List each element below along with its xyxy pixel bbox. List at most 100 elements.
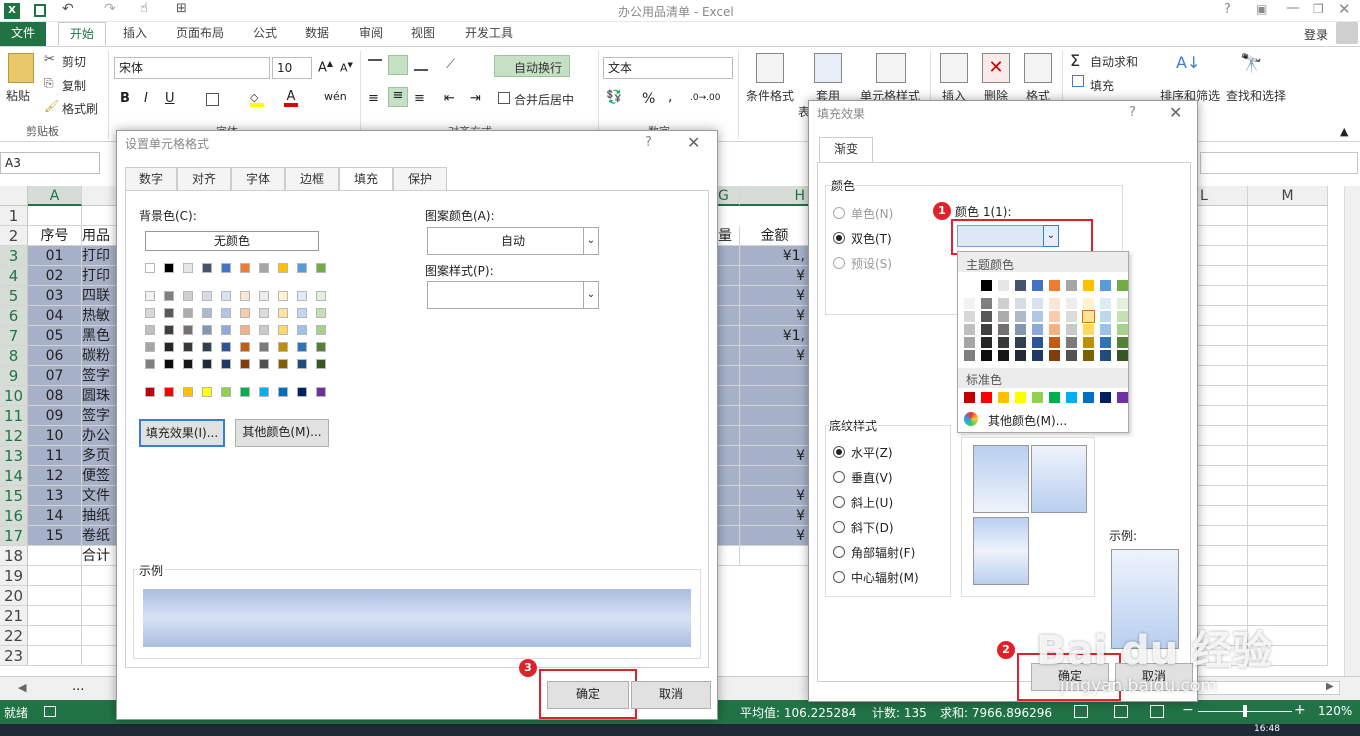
color-swatch[interactable] xyxy=(183,308,193,318)
color-swatch[interactable] xyxy=(164,342,174,352)
color-swatch[interactable] xyxy=(1117,280,1128,291)
insert-cells-icon[interactable] xyxy=(940,53,968,83)
row-header[interactable]: 16 xyxy=(0,506,28,526)
table-cell[interactable] xyxy=(1198,246,1248,266)
color-swatch[interactable] xyxy=(981,311,992,322)
table-cell[interactable] xyxy=(1248,326,1328,346)
tab-insert[interactable]: 插入 xyxy=(112,22,158,46)
table-cell-amount[interactable]: ¥ xyxy=(740,266,810,286)
increase-indent-icon[interactable]: ⇥ xyxy=(470,91,481,106)
color-swatch[interactable] xyxy=(1100,350,1111,361)
conditional-format-button[interactable]: 条件格式 xyxy=(746,87,794,104)
color-swatch[interactable] xyxy=(259,263,269,273)
table-cell-qty[interactable] xyxy=(718,526,740,546)
table-cell[interactable] xyxy=(28,546,82,566)
color-swatch[interactable] xyxy=(221,308,231,318)
sheet-more-button[interactable]: ... xyxy=(72,679,84,694)
color-swatch[interactable] xyxy=(259,387,269,397)
table-cell-qty[interactable] xyxy=(718,246,740,266)
bold-icon[interactable]: B xyxy=(120,91,130,106)
find-select-button[interactable]: 查找和选择 xyxy=(1226,87,1286,104)
tab-review[interactable]: 审阅 xyxy=(350,22,392,46)
color-swatch[interactable] xyxy=(1083,337,1094,348)
color-swatch[interactable] xyxy=(145,387,155,397)
color-swatch[interactable] xyxy=(297,325,307,335)
variant-3[interactable] xyxy=(973,517,1029,585)
autosum-button[interactable]: 自动求和 xyxy=(1090,53,1138,70)
table-cell[interactable] xyxy=(1198,366,1248,386)
row-header[interactable]: 8 xyxy=(0,346,28,366)
table-header-cell[interactable]: 金额 xyxy=(740,226,810,246)
tab-font[interactable]: 字体 xyxy=(231,167,285,191)
table-cell[interactable] xyxy=(1248,446,1328,466)
increase-decimal-icon[interactable]: .0→.00 xyxy=(690,93,720,103)
name-box[interactable]: A3 xyxy=(0,152,100,174)
tab-number[interactable]: 数字 xyxy=(125,167,177,191)
selected-color-swatch[interactable] xyxy=(1082,310,1095,323)
row-header[interactable]: 14 xyxy=(0,466,28,486)
color-swatch[interactable] xyxy=(998,392,1009,403)
table-cell-qty[interactable] xyxy=(718,326,740,346)
color-swatch[interactable] xyxy=(1032,280,1043,291)
login-link[interactable]: 登录 xyxy=(1304,26,1328,43)
color-swatch[interactable] xyxy=(1066,311,1077,322)
color-swatch[interactable] xyxy=(164,387,174,397)
table-cell[interactable] xyxy=(1248,506,1328,526)
color-swatch[interactable] xyxy=(1049,311,1060,322)
color-swatch[interactable] xyxy=(297,308,307,318)
table-cell-seq[interactable]: 11 xyxy=(28,446,82,466)
font-color-icon[interactable]: A xyxy=(284,89,298,107)
align-left-icon[interactable]: ≡ xyxy=(368,91,379,106)
color-swatch[interactable] xyxy=(259,308,269,318)
color-swatch[interactable] xyxy=(297,342,307,352)
align-bottom-icon[interactable] xyxy=(414,59,428,71)
table-cell[interactable] xyxy=(28,646,82,666)
row-header[interactable]: 5 xyxy=(0,286,28,306)
color-swatch[interactable] xyxy=(964,392,975,403)
underline-icon[interactable]: U xyxy=(165,91,175,106)
table-cell-qty[interactable] xyxy=(718,366,740,386)
avatar[interactable] xyxy=(1336,22,1358,44)
color-swatch[interactable] xyxy=(183,263,193,273)
color-swatch[interactable] xyxy=(1117,324,1128,335)
row-header[interactable]: 7 xyxy=(0,326,28,346)
row-header[interactable]: 13 xyxy=(0,446,28,466)
preset-radio[interactable] xyxy=(833,257,845,269)
color-swatch[interactable] xyxy=(278,325,288,335)
tab-fill[interactable]: 填充 xyxy=(339,167,393,191)
shading-radio[interactable] xyxy=(833,571,845,583)
table-cell[interactable] xyxy=(1248,366,1328,386)
customize-qat-icon[interactable]: ⊞ xyxy=(176,1,187,16)
row-header[interactable]: 15 xyxy=(0,486,28,506)
color-swatch[interactable] xyxy=(998,350,1009,361)
color-swatch[interactable] xyxy=(183,325,193,335)
cell-styles-icon[interactable] xyxy=(876,53,906,83)
table-cell[interactable] xyxy=(1198,526,1248,546)
color-swatch[interactable] xyxy=(202,342,212,352)
format-cancel-button[interactable]: 取消 xyxy=(631,681,711,709)
color-swatch[interactable] xyxy=(202,325,212,335)
color-swatch[interactable] xyxy=(164,325,174,335)
format-table-icon[interactable] xyxy=(814,53,842,83)
fill-color-icon[interactable]: ◇ xyxy=(250,91,264,107)
row-header[interactable]: 23 xyxy=(0,646,28,666)
merge-center-icon[interactable] xyxy=(498,92,510,104)
color-swatch[interactable] xyxy=(278,291,288,301)
color-swatch[interactable] xyxy=(259,359,269,369)
touch-mode-icon[interactable]: ☝ xyxy=(140,1,148,16)
color-swatch[interactable] xyxy=(221,291,231,301)
shading-radio[interactable] xyxy=(833,521,845,533)
color-swatch[interactable] xyxy=(145,308,155,318)
table-cell[interactable] xyxy=(1248,466,1328,486)
table-cell[interactable] xyxy=(28,566,82,586)
dialog-close-icon[interactable]: ✕ xyxy=(1169,103,1182,122)
color-swatch[interactable] xyxy=(259,342,269,352)
color-swatch[interactable] xyxy=(145,359,155,369)
color-swatch[interactable] xyxy=(221,359,231,369)
table-cell[interactable] xyxy=(1248,566,1328,586)
table-cell-amount[interactable] xyxy=(740,366,810,386)
color-swatch[interactable] xyxy=(964,324,975,335)
align-middle-icon[interactable] xyxy=(388,55,408,75)
table-cell-seq[interactable]: 02 xyxy=(28,266,82,286)
table-cell-amount[interactable]: ¥ xyxy=(740,446,810,466)
